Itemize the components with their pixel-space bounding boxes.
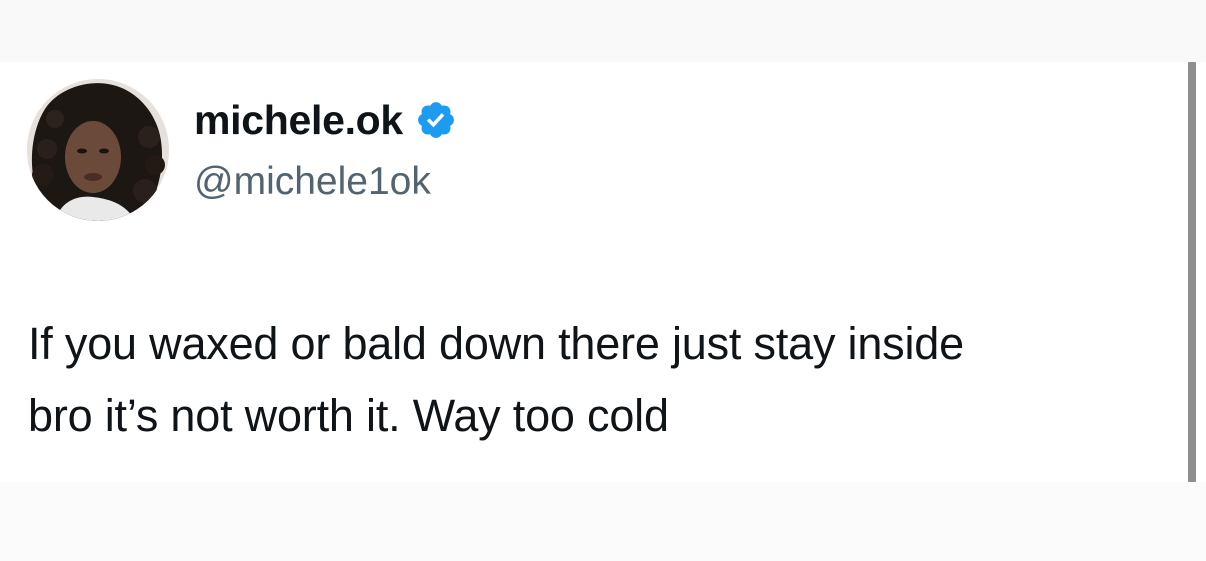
verified-badge-icon (415, 99, 457, 141)
scrollbar[interactable] (1188, 62, 1196, 482)
tweet-text-line: bro it’s not worth it. Way too cold (28, 390, 669, 441)
author-display-name[interactable]: michele.ok (194, 96, 457, 144)
display-name-text[interactable]: michele.ok (194, 96, 403, 144)
tweet-text: If you waxed or bald down there just sta… (28, 308, 1178, 452)
avatar[interactable] (27, 79, 169, 221)
tweet-text-line: If you waxed or bald down there just sta… (28, 318, 964, 369)
avatar-photo (27, 79, 169, 221)
author-handle[interactable]: @michele1ok (194, 158, 431, 206)
top-margin (0, 0, 1206, 62)
bottom-margin (0, 482, 1206, 561)
